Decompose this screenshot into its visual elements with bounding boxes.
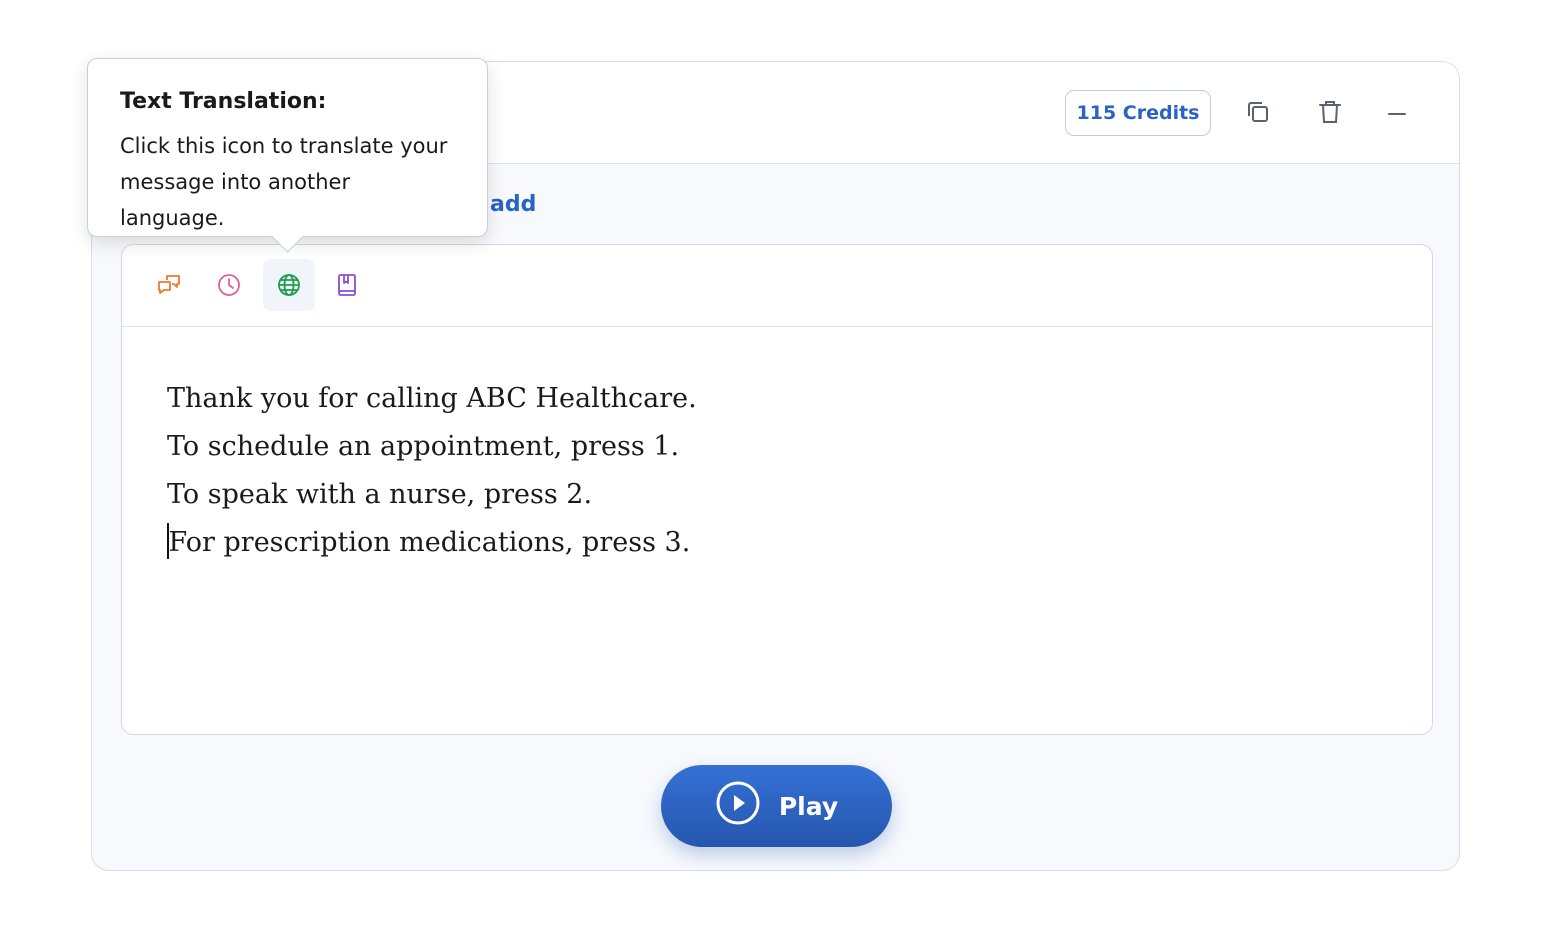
editor-line: To speak with a nurse, press 2. (167, 479, 593, 510)
translation-tooltip: Text Translation: Click this icon to tra… (87, 58, 488, 253)
tooltip-text: Click this icon to translate your messag… (120, 128, 457, 236)
minimize-icon[interactable] (1381, 96, 1413, 128)
copy-icon[interactable] (1242, 96, 1274, 128)
play-button[interactable]: Play (661, 765, 892, 847)
editor-toolbar (122, 245, 1432, 327)
editor-line-with-caret: For prescription medications, press 3. (167, 519, 1392, 567)
editor-line: To schedule an appointment, press 1. (167, 431, 680, 462)
message-editor: Thank you for calling ABC Healthcare. To… (121, 244, 1433, 735)
tooltip-line: Click this icon to translate your (120, 134, 448, 158)
add-link[interactable]: add (490, 192, 536, 217)
play-circle-icon (715, 780, 761, 832)
book-icon[interactable] (321, 259, 373, 311)
credits-badge[interactable]: 115 Credits (1065, 90, 1211, 136)
globe-icon[interactable] (263, 259, 315, 311)
trash-icon[interactable] (1314, 96, 1346, 128)
editor-text-area[interactable]: Thank you for calling ABC Healthcare. To… (167, 375, 1392, 567)
editor-line-text: For prescription medications, press 3. (168, 527, 691, 558)
chat-bubbles-icon[interactable] (143, 259, 195, 311)
editor-line: Thank you for calling ABC Healthcare. (167, 383, 697, 414)
clock-icon[interactable] (203, 259, 255, 311)
tooltip-title: Text Translation: (120, 89, 327, 114)
play-button-label: Play (778, 791, 839, 821)
